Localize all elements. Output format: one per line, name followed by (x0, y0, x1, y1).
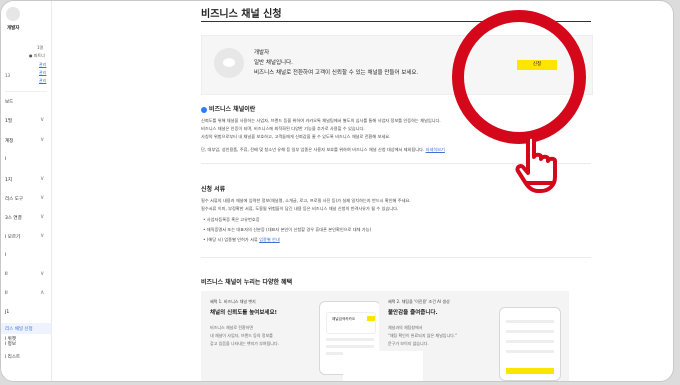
chevron-down-icon: ∨ (40, 270, 45, 277)
benefit-tag: 혜택 2. 채팅을 '이진용' 조건 AI 생성 (388, 299, 450, 304)
list-item-text: • (해당 시) 업종별 인허가 서류 (203, 237, 258, 242)
benefit-text: 갖고 있음을 나타내는 뱃지가 부여됩니다. (210, 341, 279, 346)
chevron-down-icon: ∨ (40, 175, 45, 182)
sidebar-item[interactable]: 보드 (5, 99, 13, 105)
industry-guide-link[interactable]: 업종별 안내 (259, 237, 280, 242)
sidebar-item[interactable]: Il (5, 291, 8, 296)
sidebar-manage-link[interactable]: 관리 (39, 62, 46, 68)
sidebar-item[interactable]: I 모르기 (5, 234, 20, 240)
sidebar-subitem[interactable]: l 정보 (5, 341, 16, 347)
benefit-heading: 채널의 신뢰도를 높여보세요! (210, 310, 278, 316)
placeholder-bar (506, 340, 554, 343)
sidebar-item[interactable]: Il (5, 272, 8, 277)
sidebar-item[interactable]: 1지 (5, 177, 12, 183)
chat-bubble-icon (214, 48, 244, 78)
placeholder-bar (326, 338, 374, 341)
blank-overlay (343, 351, 423, 381)
divider (5, 91, 47, 92)
add-channel-button (367, 316, 375, 321)
section-heading: 비즈니스 채널이 누리는 다양한 혜택 (201, 279, 293, 286)
verified-badge-icon (201, 106, 207, 113)
placeholder-bar (326, 345, 374, 348)
placeholder-bar (506, 350, 554, 353)
list-item: • 사업자등록증 혹은 고유번호증 (203, 217, 260, 222)
chevron-down-icon: ∨ (40, 232, 45, 239)
paragraph: 필수 서류의 내용과 채널에 입력한 정보(채널명, 소개글, 로고, 프로필 … (201, 198, 411, 203)
list-item: • 재직증명서 또는 대표자의 신분증 (대표자 본인이 신청할 경우 휴대폰 … (203, 227, 372, 232)
chat-input-bar (506, 368, 554, 374)
paragraph: 사칭의 위험으로부터 내 채널을 보호하고, 고객들에게 신뢰감을 줄 수 있도… (201, 134, 391, 139)
section-heading: 신청 서류 (201, 186, 226, 193)
benefit-text: 문구가 보이지 않습니다. (388, 341, 429, 346)
phone-mockup (499, 307, 561, 381)
benefit-heading: 불안감을 줄여줍니다. (388, 310, 438, 316)
channel-profile-card: 채널검색카카오 (326, 312, 376, 334)
benefit-text: 비즈니스 채널로 전환하면 (210, 325, 254, 330)
sidebar-item[interactable]: 3스 연결 (5, 215, 22, 221)
section-heading: 비즈니스 채널이란 (201, 104, 255, 113)
section-heading-text: 비즈니스 채널이란 (209, 106, 256, 113)
sidebar: 개발자 1명 ● 파트너 관리 관리 관리 13 보드 1필 ∨ 계정 ∨ I … (1, 1, 52, 381)
sidebar-member-count: 1명 (37, 45, 44, 50)
chevron-up-icon: ∧ (40, 289, 45, 296)
sidebar-subitem[interactable]: J1 (5, 310, 9, 315)
sidebar-manage-link[interactable]: 관리 (39, 78, 46, 84)
sidebar-item[interactable]: 계정 (5, 138, 13, 144)
sidebar-manage-link[interactable]: 관리 (39, 70, 46, 76)
chevron-down-icon: ∨ (40, 116, 45, 123)
note-text: 단, 대부업, 성인용품, 주류, 전배 및 청소년 유해 등 일부 업종은 사… (201, 147, 425, 152)
sidebar-item[interactable]: I (5, 253, 6, 258)
benefit-tag: 혜택 1. 비즈니스 채널 뱃지 (210, 299, 256, 304)
pointing-hand-icon (515, 135, 557, 193)
browser-frame: 개발자 1명 ● 파트너 관리 관리 관리 13 보드 1필 ∨ 계정 ∨ I … (0, 0, 674, 382)
avatar (6, 7, 20, 21)
benefit-text: 내 채널이 사업자, 브랜드 등의 정보를 (210, 333, 273, 338)
benefit-text: "채팅 확인이 완료되지 않은 채널입니다." (388, 333, 457, 338)
placeholder-bar (506, 320, 554, 323)
sidebar-subitem-active[interactable]: 리스 채널 신청 (5, 326, 33, 332)
channel-type: 일반 채널입니다. (254, 60, 293, 66)
chevron-down-icon: ∨ (40, 213, 45, 220)
page-title: 비즈니스 채널 신청 (201, 9, 282, 20)
paragraph: 비즈니스 채널은 인증이 되며, 비즈니스에 최적화된 다양한 기능을 추가로 … (201, 126, 365, 131)
chevron-down-icon: ∨ (40, 136, 45, 143)
benefit-text: 채널과의 채팅창에서 (388, 325, 423, 330)
sidebar-side-label: 13 (5, 73, 11, 78)
channel-description: 비즈니스 채널로 전환하여 고객이 신뢰할 수 있는 채널을 만들어 보세요. (254, 70, 419, 76)
sidebar-item[interactable]: 1필 (5, 118, 12, 124)
list-item: • (해당 시) 업종별 인허가 서류 업종별 안내 (203, 237, 280, 243)
channel-profile-name: 채널검색카카오 (332, 317, 356, 321)
sidebar-subitem[interactable]: l 리스트 (5, 354, 20, 360)
sidebar-partner-label: ● 파트너 (29, 53, 45, 58)
channel-owner: 개발자 (254, 50, 270, 56)
sidebar-channel-name: 개발자 (7, 26, 20, 31)
paragraph-note: 단, 대부업, 성인용품, 주류, 전배 및 청소년 유해 등 일부 업종은 사… (201, 147, 445, 153)
placeholder-bar (506, 330, 554, 333)
highlight-circle (452, 10, 586, 144)
learn-more-link[interactable]: 자세히보기 (426, 147, 445, 152)
sidebar-item[interactable]: 리스 도구 (5, 196, 23, 202)
divider (201, 257, 591, 258)
paragraph: 신뢰도를 위해 채널을 사용하는 사업자, 브랜드 등을 위하여 카카오톡 채널… (201, 118, 441, 123)
paragraph: 필수서류 이미, 부정확한 서류, 도용될 위험들이 담긴 내용 등은 비즈니스… (201, 206, 399, 211)
sidebar-item[interactable]: I (5, 157, 6, 162)
chevron-down-icon: ∨ (40, 194, 45, 201)
